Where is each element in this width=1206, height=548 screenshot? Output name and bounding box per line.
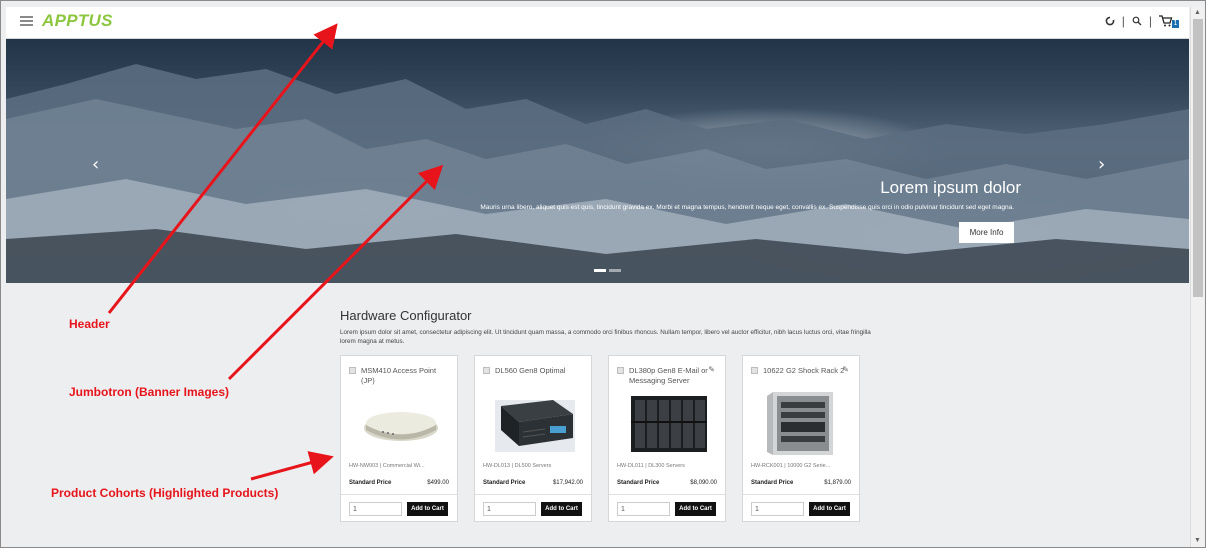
access-point-image[interactable] [361, 392, 441, 455]
browser-viewport: APPTUS | | 1 ‹ › Lorem ipsum dolor Mauri… [0, 0, 1206, 548]
product-card: DL380p Gen8 E-Mail or Messaging Server ✎… [608, 355, 726, 522]
compare-checkbox[interactable] [349, 367, 356, 374]
add-to-cart-button[interactable]: Add to Cart [809, 502, 850, 516]
carousel-next-button[interactable]: › [1098, 154, 1105, 175]
product-card: 10622 G2 Shock Rack 2 ✎ HW-RCK001 | 1000… [742, 355, 860, 522]
header: APPTUS | | 1 [6, 7, 1189, 39]
product-meta: HW-RCK001 | 10000 G2 Serie... [751, 463, 831, 469]
compare-checkbox[interactable] [617, 367, 624, 374]
price-label: Standard Price [349, 480, 392, 486]
header-annotation: Header [69, 317, 110, 331]
product-name[interactable]: DL380p Gen8 E-Mail or Messaging Server [629, 366, 711, 386]
price-label: Standard Price [483, 480, 526, 486]
quantity-input[interactable] [483, 502, 536, 516]
scroll-up-arrow-icon[interactable]: ▲ [1194, 9, 1201, 16]
divider [609, 494, 725, 495]
separator: | [1148, 14, 1152, 28]
divider [341, 494, 457, 495]
apttus-logo[interactable]: APPTUS [42, 11, 113, 31]
scroll-thumb[interactable] [1193, 19, 1203, 297]
product-card: MSM410 Access Point (JP) HW-NW003 | Comm… [340, 355, 458, 522]
add-to-cart-button[interactable]: Add to Cart [675, 502, 716, 516]
separator: | [1121, 14, 1125, 28]
product-code: HW-DL013 [483, 463, 511, 469]
product-code: HW-RCK001 [751, 463, 783, 469]
section-title: Hardware Configurator [340, 308, 472, 323]
carousel-indicator[interactable] [609, 269, 621, 272]
compare-checkbox[interactable] [483, 367, 490, 374]
jumbotron-banner[interactable]: ‹ › Lorem ipsum dolor Mauris urna libero… [6, 39, 1189, 283]
product-card: DL560 Gen8 Optimal HW-DL013 | DL500 Serv… [474, 355, 592, 522]
product-category: DL500 Servers [514, 463, 552, 469]
mountain-banner-image [6, 64, 1189, 283]
banner-text: Mauris urna libero, aliquet quis est qui… [480, 204, 1014, 211]
product-code: HW-DL011 [617, 463, 644, 469]
quantity-input[interactable] [349, 502, 402, 516]
vertical-scrollbar[interactable]: ▲ ▼ [1190, 7, 1204, 547]
carousel-indicators [594, 269, 621, 272]
server-chassis-image[interactable] [495, 392, 575, 455]
cart-count-badge: 1 [1172, 20, 1179, 28]
search-icon[interactable] [1130, 14, 1144, 28]
product-header: 10622 G2 Shock Rack 2 [751, 366, 851, 376]
refresh-icon[interactable] [1103, 14, 1117, 28]
product-meta: HW-DL011 | DL300 Servers [617, 463, 685, 469]
product-header: MSM410 Access Point (JP) [349, 366, 449, 386]
add-to-cart-button[interactable]: Add to Cart [407, 502, 448, 516]
rack-server-image[interactable] [763, 392, 843, 455]
carousel-indicator[interactable] [594, 269, 606, 272]
product-name[interactable]: 10622 G2 Shock Rack 2 [763, 366, 845, 376]
header-actions: | | 1 [1103, 14, 1179, 28]
jumbotron-annotation: Jumbotron (Banner Images) [69, 385, 230, 399]
product-price: $8,090.00 [690, 480, 717, 486]
cohorts-arrow [250, 451, 334, 481]
price-label: Standard Price [617, 480, 660, 486]
product-header: DL380p Gen8 E-Mail or Messaging Server [617, 366, 717, 386]
product-category: 10000 G2 Serie... [787, 463, 831, 469]
product-meta: HW-NW003 | Commercial Wi... [349, 463, 425, 469]
product-price: $1,879.00 [824, 480, 851, 486]
cohorts-annotation: Product Cohorts (Highlighted Products) [51, 486, 279, 500]
compare-checkbox[interactable] [751, 367, 758, 374]
product-price: $17,942.00 [552, 480, 583, 486]
hardware-configurator-section: Hardware Configurator Lorem ipsum dolor … [340, 308, 900, 346]
price-label: Standard Price [751, 480, 794, 486]
quantity-input[interactable] [617, 502, 670, 516]
pin-icon[interactable]: ✎ [842, 365, 849, 374]
scroll-down-arrow-icon[interactable]: ▼ [1194, 537, 1201, 544]
product-name[interactable]: DL560 Gen8 Optimal [495, 366, 565, 376]
banner-title: Lorem ipsum dolor [880, 178, 1021, 197]
product-name[interactable]: MSM410 Access Point (JP) [361, 366, 449, 386]
divider [743, 494, 859, 495]
blade-server-image[interactable] [629, 392, 709, 455]
product-category: Commercial Wi... [382, 463, 425, 469]
cart-icon[interactable]: 1 [1157, 14, 1179, 28]
product-code: HW-NW003 [349, 463, 379, 469]
more-info-button[interactable]: More Info [959, 222, 1014, 243]
product-header: DL560 Gen8 Optimal [483, 366, 583, 376]
hamburger-menu-icon[interactable] [20, 16, 33, 26]
product-meta: HW-DL013 | DL500 Servers [483, 463, 552, 469]
product-price: $499.00 [427, 480, 449, 486]
pin-icon[interactable]: ✎ [708, 365, 715, 374]
product-category: DL300 Servers [648, 463, 685, 469]
add-to-cart-button[interactable]: Add to Cart [541, 502, 582, 516]
carousel-prev-button[interactable]: ‹ [92, 154, 99, 175]
quantity-input[interactable] [751, 502, 804, 516]
divider [475, 494, 591, 495]
section-description: Lorem ipsum dolor sit amet, consectetur … [340, 329, 871, 345]
